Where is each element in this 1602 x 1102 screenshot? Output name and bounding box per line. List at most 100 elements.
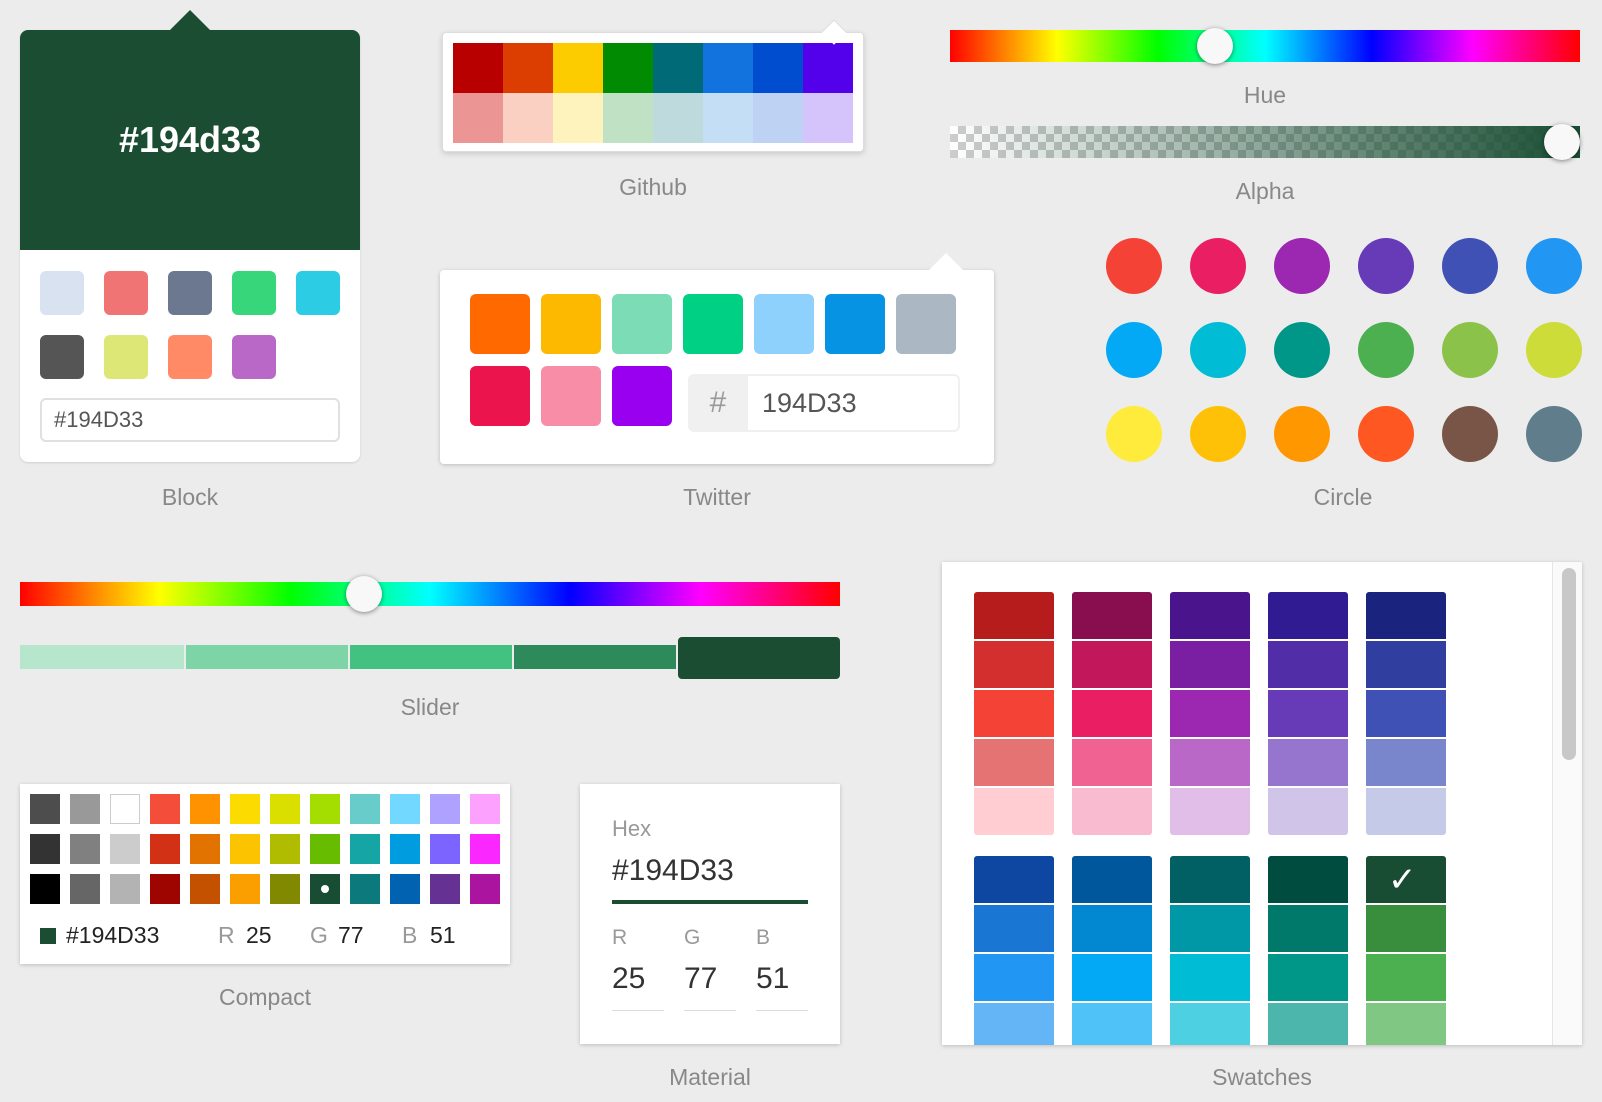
compact-swatch[interactable] bbox=[110, 834, 140, 864]
compact-swatch[interactable] bbox=[350, 874, 380, 904]
circle-swatch[interactable] bbox=[1442, 238, 1498, 294]
circle-swatch[interactable] bbox=[1526, 406, 1582, 462]
github-swatch[interactable] bbox=[603, 43, 653, 93]
swatch-color[interactable] bbox=[974, 592, 1054, 639]
swatch-color[interactable] bbox=[1268, 788, 1348, 835]
swatch-color[interactable] bbox=[1072, 592, 1152, 639]
github-swatch[interactable] bbox=[753, 43, 803, 93]
github-swatch[interactable] bbox=[753, 93, 803, 143]
circle-swatch[interactable] bbox=[1526, 238, 1582, 294]
twitter-swatch[interactable] bbox=[683, 294, 743, 354]
compact-swatch[interactable] bbox=[430, 794, 460, 824]
slider-step[interactable] bbox=[20, 645, 184, 669]
swatch-color[interactable]: ✓ bbox=[1366, 856, 1446, 903]
swatch-color[interactable] bbox=[1072, 690, 1152, 737]
circle-swatch[interactable] bbox=[1106, 238, 1162, 294]
github-swatch[interactable] bbox=[653, 93, 703, 143]
compact-swatch[interactable] bbox=[270, 834, 300, 864]
swatch-color[interactable] bbox=[1268, 1003, 1348, 1045]
swatches-scrollbar-thumb[interactable] bbox=[1562, 568, 1576, 760]
circle-swatch[interactable] bbox=[1526, 322, 1582, 378]
compact-swatch[interactable] bbox=[30, 874, 60, 904]
compact-swatch[interactable] bbox=[470, 834, 500, 864]
swatch-color[interactable] bbox=[1072, 905, 1152, 952]
swatch-color[interactable] bbox=[974, 905, 1054, 952]
swatch-color[interactable] bbox=[974, 739, 1054, 786]
slider-step[interactable] bbox=[678, 637, 840, 679]
circle-swatch[interactable] bbox=[1358, 238, 1414, 294]
circle-swatch[interactable] bbox=[1442, 406, 1498, 462]
compact-swatch[interactable] bbox=[70, 834, 100, 864]
swatch-color[interactable] bbox=[1170, 592, 1250, 639]
twitter-swatch[interactable] bbox=[470, 366, 530, 426]
github-swatch[interactable] bbox=[703, 43, 753, 93]
compact-swatch[interactable] bbox=[310, 874, 340, 904]
compact-swatch[interactable] bbox=[150, 874, 180, 904]
compact-swatch[interactable] bbox=[390, 874, 420, 904]
github-swatch[interactable] bbox=[803, 43, 853, 93]
compact-swatch[interactable] bbox=[190, 874, 220, 904]
swatch-color[interactable] bbox=[1268, 954, 1348, 1001]
twitter-swatch[interactable] bbox=[825, 294, 885, 354]
github-swatch[interactable] bbox=[503, 43, 553, 93]
twitter-hex-input[interactable]: 194D33 bbox=[748, 374, 960, 432]
circle-swatch[interactable] bbox=[1442, 322, 1498, 378]
block-swatch[interactable] bbox=[296, 271, 340, 315]
block-swatch[interactable] bbox=[40, 271, 84, 315]
block-swatch[interactable] bbox=[232, 271, 276, 315]
circle-swatch[interactable] bbox=[1358, 406, 1414, 462]
github-swatch[interactable] bbox=[503, 93, 553, 143]
compact-swatch[interactable] bbox=[430, 834, 460, 864]
circle-swatch[interactable] bbox=[1190, 322, 1246, 378]
compact-swatch[interactable] bbox=[390, 834, 420, 864]
swatch-color[interactable] bbox=[1170, 739, 1250, 786]
compact-swatch[interactable] bbox=[110, 874, 140, 904]
compact-swatch[interactable] bbox=[230, 874, 260, 904]
github-swatch[interactable] bbox=[453, 43, 503, 93]
block-swatch[interactable] bbox=[232, 335, 276, 379]
slider-hue-handle[interactable] bbox=[346, 576, 383, 612]
hue-slider-handle[interactable] bbox=[1196, 28, 1233, 64]
compact-swatch[interactable] bbox=[350, 834, 380, 864]
compact-r-value[interactable]: 25 bbox=[246, 922, 272, 949]
compact-swatch[interactable] bbox=[30, 794, 60, 824]
github-swatch[interactable] bbox=[653, 43, 703, 93]
swatch-color[interactable] bbox=[1366, 954, 1446, 1001]
circle-swatch[interactable] bbox=[1274, 406, 1330, 462]
alpha-slider[interactable] bbox=[950, 124, 1580, 160]
compact-swatch[interactable] bbox=[30, 834, 60, 864]
slider-hue-bar[interactable] bbox=[20, 576, 840, 612]
swatch-color[interactable] bbox=[1072, 641, 1152, 688]
github-swatch[interactable] bbox=[803, 93, 853, 143]
swatch-color[interactable] bbox=[1366, 1003, 1446, 1045]
swatch-color[interactable] bbox=[1268, 690, 1348, 737]
github-swatch[interactable] bbox=[703, 93, 753, 143]
swatch-color[interactable] bbox=[1366, 788, 1446, 835]
swatch-color[interactable] bbox=[1366, 739, 1446, 786]
compact-swatch[interactable] bbox=[470, 794, 500, 824]
swatch-color[interactable] bbox=[1072, 1003, 1152, 1045]
material-g-input[interactable]: 77 bbox=[684, 962, 717, 996]
slider-step[interactable] bbox=[514, 645, 676, 669]
hue-slider[interactable] bbox=[950, 28, 1580, 64]
compact-swatch[interactable] bbox=[70, 874, 100, 904]
circle-swatch[interactable] bbox=[1274, 322, 1330, 378]
compact-swatch[interactable] bbox=[230, 794, 260, 824]
swatch-color[interactable] bbox=[1170, 690, 1250, 737]
circle-swatch[interactable] bbox=[1106, 322, 1162, 378]
swatch-color[interactable] bbox=[974, 788, 1054, 835]
swatch-color[interactable] bbox=[1268, 856, 1348, 903]
swatch-color[interactable] bbox=[1170, 954, 1250, 1001]
swatch-color[interactable] bbox=[1072, 788, 1152, 835]
swatch-color[interactable] bbox=[1366, 905, 1446, 952]
block-swatch[interactable] bbox=[104, 271, 148, 315]
swatch-color[interactable] bbox=[1170, 1003, 1250, 1045]
swatches-scrollbar[interactable] bbox=[1552, 562, 1582, 1045]
compact-swatch[interactable] bbox=[190, 834, 220, 864]
swatch-color[interactable] bbox=[974, 954, 1054, 1001]
block-swatch[interactable] bbox=[168, 335, 212, 379]
swatch-color[interactable] bbox=[974, 641, 1054, 688]
compact-swatch[interactable] bbox=[270, 874, 300, 904]
alpha-slider-handle[interactable] bbox=[1544, 124, 1580, 160]
block-swatch[interactable] bbox=[40, 335, 84, 379]
